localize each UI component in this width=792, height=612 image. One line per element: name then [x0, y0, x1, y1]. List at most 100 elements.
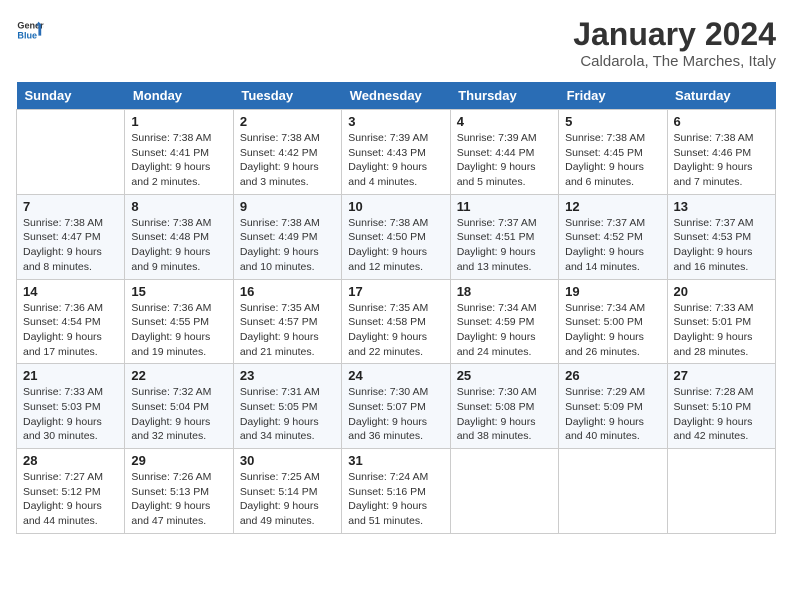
calendar-cell: 16Sunrise: 7:35 AMSunset: 4:57 PMDayligh… — [233, 279, 341, 364]
day-info: Sunrise: 7:38 AMSunset: 4:46 PMDaylight:… — [674, 131, 769, 190]
day-number: 10 — [348, 199, 443, 214]
subtitle: Caldarola, The Marches, Italy — [573, 53, 776, 70]
day-info: Sunrise: 7:33 AMSunset: 5:03 PMDaylight:… — [23, 385, 118, 444]
calendar-cell: 15 Sunrise: 7:36 AMSunset: 4:55 PMDayligh… — [125, 279, 233, 364]
day-of-week-header: Monday — [125, 82, 233, 110]
calendar-cell: 31 Sunrise: 7:24 AMSunset: 5:16 PMDayligh… — [342, 449, 450, 534]
day-number: 17 — [348, 284, 443, 299]
day-info: Sunrise: 7:38 AMSunset: 4:48 PMDaylight:… — [131, 216, 226, 275]
day-number: 19 — [565, 284, 660, 299]
calendar-week-row: 14Sunrise: 7:36 AMSunset: 4:54 PMDayligh… — [17, 279, 776, 364]
day-info: Sunrise: 7:30 AMSunset: 5:07 PMDaylight:… — [348, 385, 443, 444]
logo: General Blue — [16, 16, 44, 44]
calendar-cell: 19 Sunrise: 7:34 AMSunset: 5:00 PMDayligh… — [559, 279, 667, 364]
day-info: Sunrise: 7:26 AMSunset: 5:13 PMDaylight:… — [131, 470, 226, 529]
calendar-cell: 10 Sunrise: 7:38 AMSunset: 4:50 PMDayligh… — [342, 194, 450, 279]
calendar-week-row: 28 Sunrise: 7:27 AMSunset: 5:12 PMDayligh… — [17, 449, 776, 534]
day-info: Sunrise: 7:24 AMSunset: 5:16 PMDaylight:… — [348, 470, 443, 529]
calendar-cell: 5Sunrise: 7:38 AMSunset: 4:45 PMDaylight… — [559, 110, 667, 195]
day-info: Sunrise: 7:39 AMSunset: 4:43 PMDaylight:… — [348, 131, 443, 190]
calendar-cell: 9 Sunrise: 7:38 AMSunset: 4:49 PMDaylight… — [233, 194, 341, 279]
day-info: Sunrise: 7:34 AMSunset: 4:59 PMDaylight:… — [457, 301, 552, 360]
calendar-cell: 24 Sunrise: 7:30 AMSunset: 5:07 PMDayligh… — [342, 364, 450, 449]
calendar-week-row: 1Sunrise: 7:38 AMSunset: 4:41 PMDaylight… — [17, 110, 776, 195]
calendar-cell: 11Sunrise: 7:37 AMSunset: 4:51 PMDayligh… — [450, 194, 558, 279]
calendar-cell: 23Sunrise: 7:31 AMSunset: 5:05 PMDayligh… — [233, 364, 341, 449]
day-number: 29 — [131, 453, 226, 468]
day-number: 21 — [23, 368, 118, 383]
calendar-cell: 22 Sunrise: 7:32 AMSunset: 5:04 PMDayligh… — [125, 364, 233, 449]
day-number: 4 — [457, 114, 552, 129]
day-info: Sunrise: 7:35 AMSunset: 4:58 PMDaylight:… — [348, 301, 443, 360]
calendar-cell: 14Sunrise: 7:36 AMSunset: 4:54 PMDayligh… — [17, 279, 125, 364]
day-number: 8 — [131, 199, 226, 214]
calendar-body: 1Sunrise: 7:38 AMSunset: 4:41 PMDaylight… — [17, 110, 776, 534]
day-info: Sunrise: 7:29 AMSunset: 5:09 PMDaylight:… — [565, 385, 660, 444]
calendar-cell — [17, 110, 125, 195]
calendar-cell: 25Sunrise: 7:30 AMSunset: 5:08 PMDayligh… — [450, 364, 558, 449]
calendar-cell: 1Sunrise: 7:38 AMSunset: 4:41 PMDaylight… — [125, 110, 233, 195]
calendar-cell: 4 Sunrise: 7:39 AMSunset: 4:44 PMDaylight… — [450, 110, 558, 195]
day-number: 22 — [131, 368, 226, 383]
day-info: Sunrise: 7:38 AMSunset: 4:50 PMDaylight:… — [348, 216, 443, 275]
day-info: Sunrise: 7:37 AMSunset: 4:53 PMDaylight:… — [674, 216, 769, 275]
calendar-cell: 29 Sunrise: 7:26 AMSunset: 5:13 PMDayligh… — [125, 449, 233, 534]
day-number: 15 — [131, 284, 226, 299]
day-of-week-header: Thursday — [450, 82, 558, 110]
day-info: Sunrise: 7:39 AMSunset: 4:44 PMDaylight:… — [457, 131, 552, 190]
calendar-header-row: SundayMondayTuesdayWednesdayThursdayFrid… — [17, 82, 776, 110]
day-info: Sunrise: 7:34 AMSunset: 5:00 PMDaylight:… — [565, 301, 660, 360]
calendar-cell: 12Sunrise: 7:37 AMSunset: 4:52 PMDayligh… — [559, 194, 667, 279]
day-info: Sunrise: 7:28 AMSunset: 5:10 PMDaylight:… — [674, 385, 769, 444]
day-of-week-header: Tuesday — [233, 82, 341, 110]
calendar-week-row: 21 Sunrise: 7:33 AMSunset: 5:03 PMDayligh… — [17, 364, 776, 449]
title-area: January 2024 Caldarola, The Marches, Ita… — [573, 16, 776, 70]
header: General Blue January 2024 Caldarola, The… — [16, 16, 776, 70]
day-info: Sunrise: 7:32 AMSunset: 5:04 PMDaylight:… — [131, 385, 226, 444]
day-of-week-header: Saturday — [667, 82, 775, 110]
day-number: 28 — [23, 453, 118, 468]
day-of-week-header: Sunday — [17, 82, 125, 110]
calendar-cell: 8 Sunrise: 7:38 AMSunset: 4:48 PMDaylight… — [125, 194, 233, 279]
day-number: 2 — [240, 114, 335, 129]
day-info: Sunrise: 7:36 AMSunset: 4:55 PMDaylight:… — [131, 301, 226, 360]
calendar-cell: 26Sunrise: 7:29 AMSunset: 5:09 PMDayligh… — [559, 364, 667, 449]
day-info: Sunrise: 7:38 AMSunset: 4:42 PMDaylight:… — [240, 131, 335, 190]
day-info: Sunrise: 7:38 AMSunset: 4:45 PMDaylight:… — [565, 131, 660, 190]
day-number: 1 — [131, 114, 226, 129]
calendar-cell: 7Sunrise: 7:38 AMSunset: 4:47 PMDaylight… — [17, 194, 125, 279]
calendar-cell: 13 Sunrise: 7:37 AMSunset: 4:53 PMDayligh… — [667, 194, 775, 279]
calendar-cell: 27 Sunrise: 7:28 AMSunset: 5:10 PMDayligh… — [667, 364, 775, 449]
day-info: Sunrise: 7:25 AMSunset: 5:14 PMDaylight:… — [240, 470, 335, 529]
day-info: Sunrise: 7:27 AMSunset: 5:12 PMDaylight:… — [23, 470, 118, 529]
day-number: 31 — [348, 453, 443, 468]
day-info: Sunrise: 7:33 AMSunset: 5:01 PMDaylight:… — [674, 301, 769, 360]
day-number: 24 — [348, 368, 443, 383]
calendar-cell: 17 Sunrise: 7:35 AMSunset: 4:58 PMDayligh… — [342, 279, 450, 364]
day-info: Sunrise: 7:38 AMSunset: 4:49 PMDaylight:… — [240, 216, 335, 275]
day-number: 20 — [674, 284, 769, 299]
main-title: January 2024 — [573, 16, 776, 53]
calendar-cell — [450, 449, 558, 534]
calendar-table: SundayMondayTuesdayWednesdayThursdayFrid… — [16, 82, 776, 534]
day-info: Sunrise: 7:36 AMSunset: 4:54 PMDaylight:… — [23, 301, 118, 360]
day-number: 6 — [674, 114, 769, 129]
day-number: 11 — [457, 199, 552, 214]
calendar-cell: 18Sunrise: 7:34 AMSunset: 4:59 PMDayligh… — [450, 279, 558, 364]
day-info: Sunrise: 7:37 AMSunset: 4:52 PMDaylight:… — [565, 216, 660, 275]
day-number: 27 — [674, 368, 769, 383]
day-number: 9 — [240, 199, 335, 214]
calendar-cell: 28 Sunrise: 7:27 AMSunset: 5:12 PMDayligh… — [17, 449, 125, 534]
svg-text:Blue: Blue — [17, 30, 37, 40]
calendar-cell: 2 Sunrise: 7:38 AMSunset: 4:42 PMDaylight… — [233, 110, 341, 195]
calendar-cell: 20 Sunrise: 7:33 AMSunset: 5:01 PMDayligh… — [667, 279, 775, 364]
calendar-cell: 6 Sunrise: 7:38 AMSunset: 4:46 PMDaylight… — [667, 110, 775, 195]
day-info: Sunrise: 7:38 AMSunset: 4:47 PMDaylight:… — [23, 216, 118, 275]
day-number: 25 — [457, 368, 552, 383]
day-number: 30 — [240, 453, 335, 468]
day-of-week-header: Friday — [559, 82, 667, 110]
logo-icon: General Blue — [16, 16, 44, 44]
calendar-cell: 21 Sunrise: 7:33 AMSunset: 5:03 PMDayligh… — [17, 364, 125, 449]
day-number: 13 — [674, 199, 769, 214]
day-info: Sunrise: 7:31 AMSunset: 5:05 PMDaylight:… — [240, 385, 335, 444]
